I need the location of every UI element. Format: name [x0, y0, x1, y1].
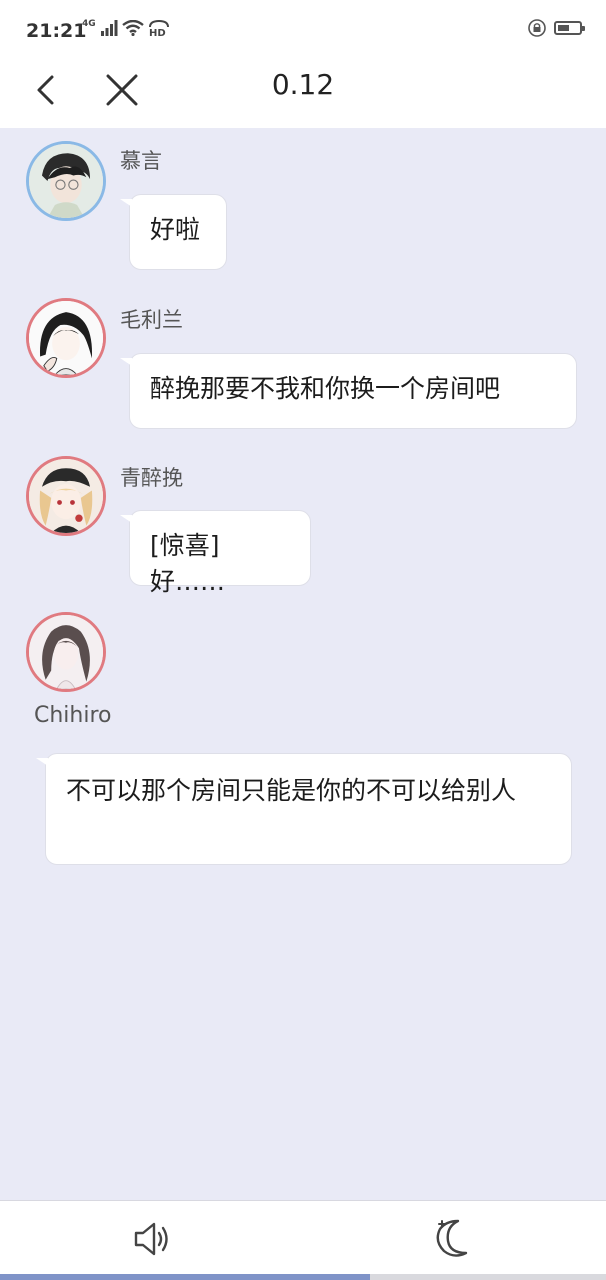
sender-name: Chihiro: [34, 703, 112, 728]
reading-progress-fill: [0, 1274, 370, 1280]
status-time: 21:21: [26, 20, 87, 42]
speaker-icon: [134, 1222, 168, 1256]
battery-icon: [554, 21, 585, 35]
avatar[interactable]: [26, 141, 106, 221]
status-left-icons: 4G HD: [82, 19, 170, 37]
signal-icon: [100, 20, 118, 36]
header: 0.12: [0, 60, 606, 128]
svg-text:HD: HD: [149, 28, 166, 37]
status-bar: 21:21 4G HD: [0, 0, 606, 60]
sender-name: 慕言: [120, 149, 162, 173]
night-mode-button[interactable]: [432, 1215, 476, 1259]
message-bubble[interactable]: 好啦: [120, 194, 227, 270]
status-right-icons: [528, 19, 585, 37]
avatar[interactable]: [26, 456, 106, 536]
chat-area[interactable]: 慕言 好啦 毛利兰 醉挽那要不我和你换一个房间吧 青醉挽 [惊喜]好…… Chi…: [0, 128, 606, 1200]
message-bubble[interactable]: 不可以那个房间只能是你的不可以给别人: [36, 753, 572, 865]
page-title: 0.12: [271, 68, 335, 101]
network-badge: 4G: [82, 19, 96, 29]
wifi-icon: [121, 20, 144, 36]
battery-level: [558, 25, 569, 31]
bottom-toolbar: [0, 1200, 606, 1280]
sender-name: 青醉挽: [120, 466, 183, 490]
moon-icon: [436, 1219, 468, 1257]
avatar[interactable]: [26, 612, 106, 692]
lock-icon: [528, 19, 546, 37]
message-bubble[interactable]: 醉挽那要不我和你换一个房间吧: [120, 353, 577, 429]
message-bubble[interactable]: [惊喜]好……: [120, 510, 311, 596]
reading-progress-track: [0, 1274, 606, 1280]
sender-name: 毛利兰: [120, 308, 183, 332]
sound-button[interactable]: [130, 1217, 174, 1261]
avatar[interactable]: [26, 298, 106, 378]
hd-icon: HD: [149, 19, 169, 37]
